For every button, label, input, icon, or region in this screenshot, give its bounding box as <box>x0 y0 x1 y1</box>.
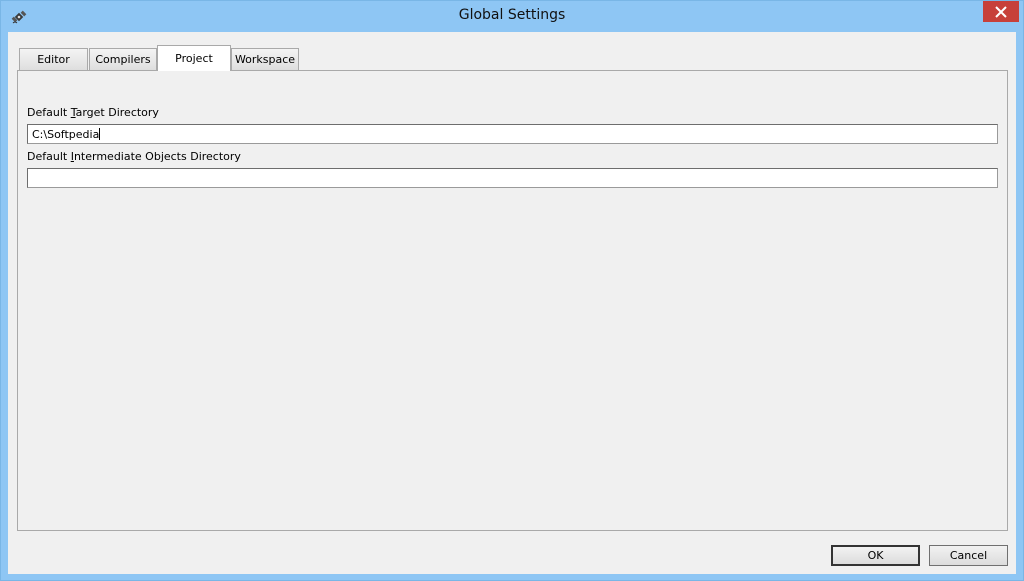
window-title: Global Settings <box>458 7 566 23</box>
global-settings-window: Global Settings Editor Compilers Project… <box>0 0 1024 581</box>
ok-button[interactable]: OK <box>831 545 920 566</box>
close-button[interactable] <box>983 1 1019 22</box>
intermediate-dir-input[interactable] <box>27 168 998 188</box>
target-dir-input[interactable]: C:\Softpedia <box>27 124 998 144</box>
target-dir-label: Default Target Directory <box>27 106 159 119</box>
close-icon <box>995 5 1007 18</box>
cancel-button[interactable]: Cancel <box>929 545 1008 566</box>
project-tab-panel: Default Target Directory C:\Softpedia De… <box>17 70 1008 531</box>
title-bar[interactable]: Global Settings <box>1 1 1023 32</box>
dialog-client-area: Editor Compilers Project Workspace Defau… <box>8 32 1016 574</box>
intermediate-dir-label: Default Intermediate Objects Directory <box>27 150 241 163</box>
target-dir-value: C:\Softpedia <box>32 128 100 141</box>
tab-project[interactable]: Project <box>157 45 231 71</box>
tab-compilers[interactable]: Compilers <box>89 48 157 70</box>
tab-workspace[interactable]: Workspace <box>231 48 299 70</box>
tab-editor[interactable]: Editor <box>19 48 88 70</box>
text-caret <box>99 128 101 140</box>
